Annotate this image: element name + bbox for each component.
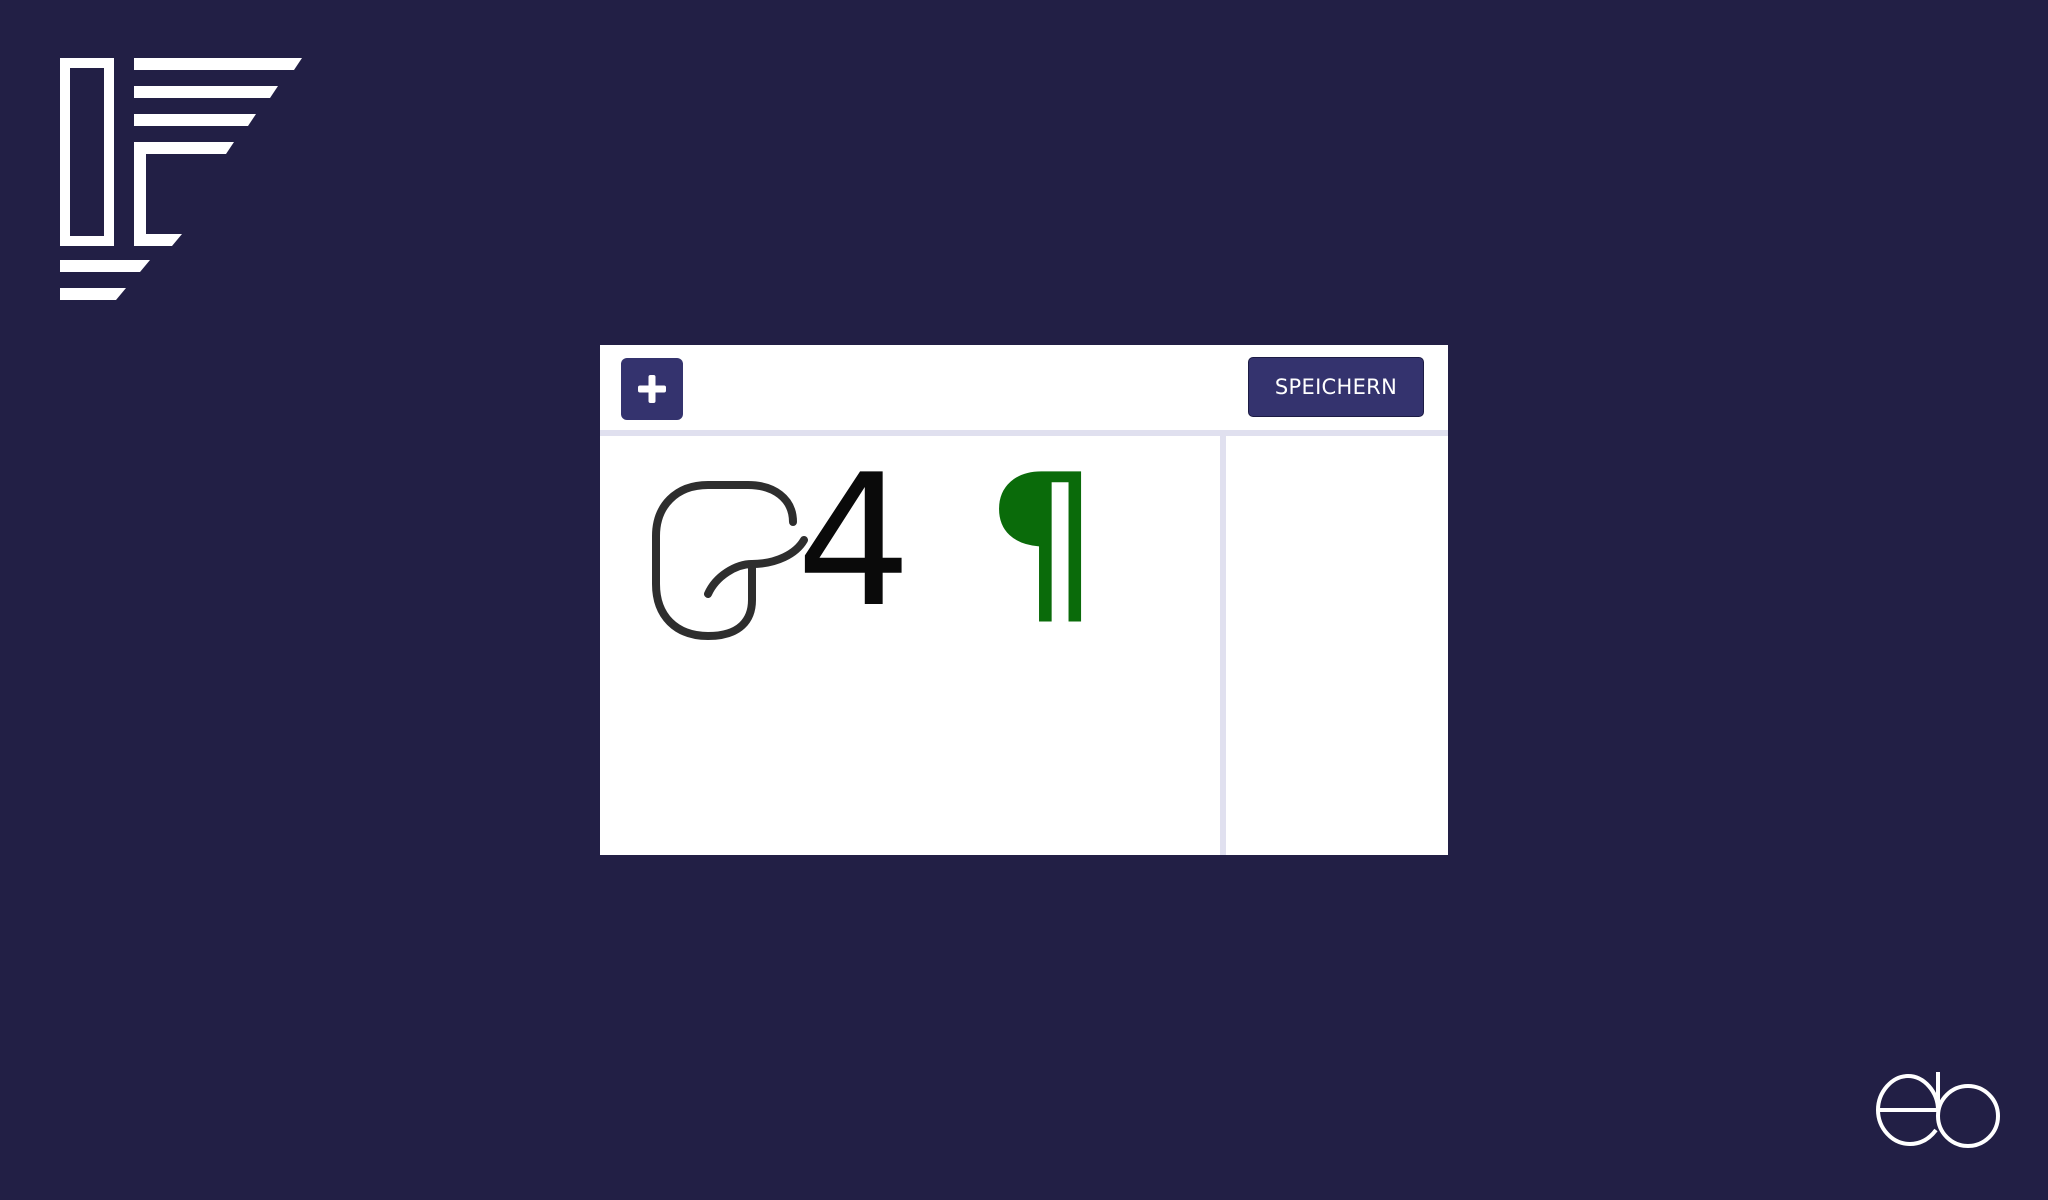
editor-toolbar: SPEICHERN xyxy=(600,345,1448,430)
glyph-four: 4 xyxy=(796,435,912,647)
eb-logo-icon xyxy=(1875,1072,2000,1148)
glyph-pilcrow: ¶ xyxy=(985,435,1101,647)
page: SPEICHERN 4 ¶ xyxy=(0,0,2048,1200)
glyph-canvas[interactable]: 4 ¶ xyxy=(600,436,1220,855)
brand-logo-icon xyxy=(60,58,302,300)
add-button[interactable] xyxy=(621,358,683,420)
plus-icon xyxy=(638,375,666,403)
save-button[interactable]: SPEICHERN xyxy=(1248,357,1424,417)
editor-window: SPEICHERN 4 ¶ xyxy=(600,345,1448,855)
side-panel xyxy=(1226,436,1448,855)
